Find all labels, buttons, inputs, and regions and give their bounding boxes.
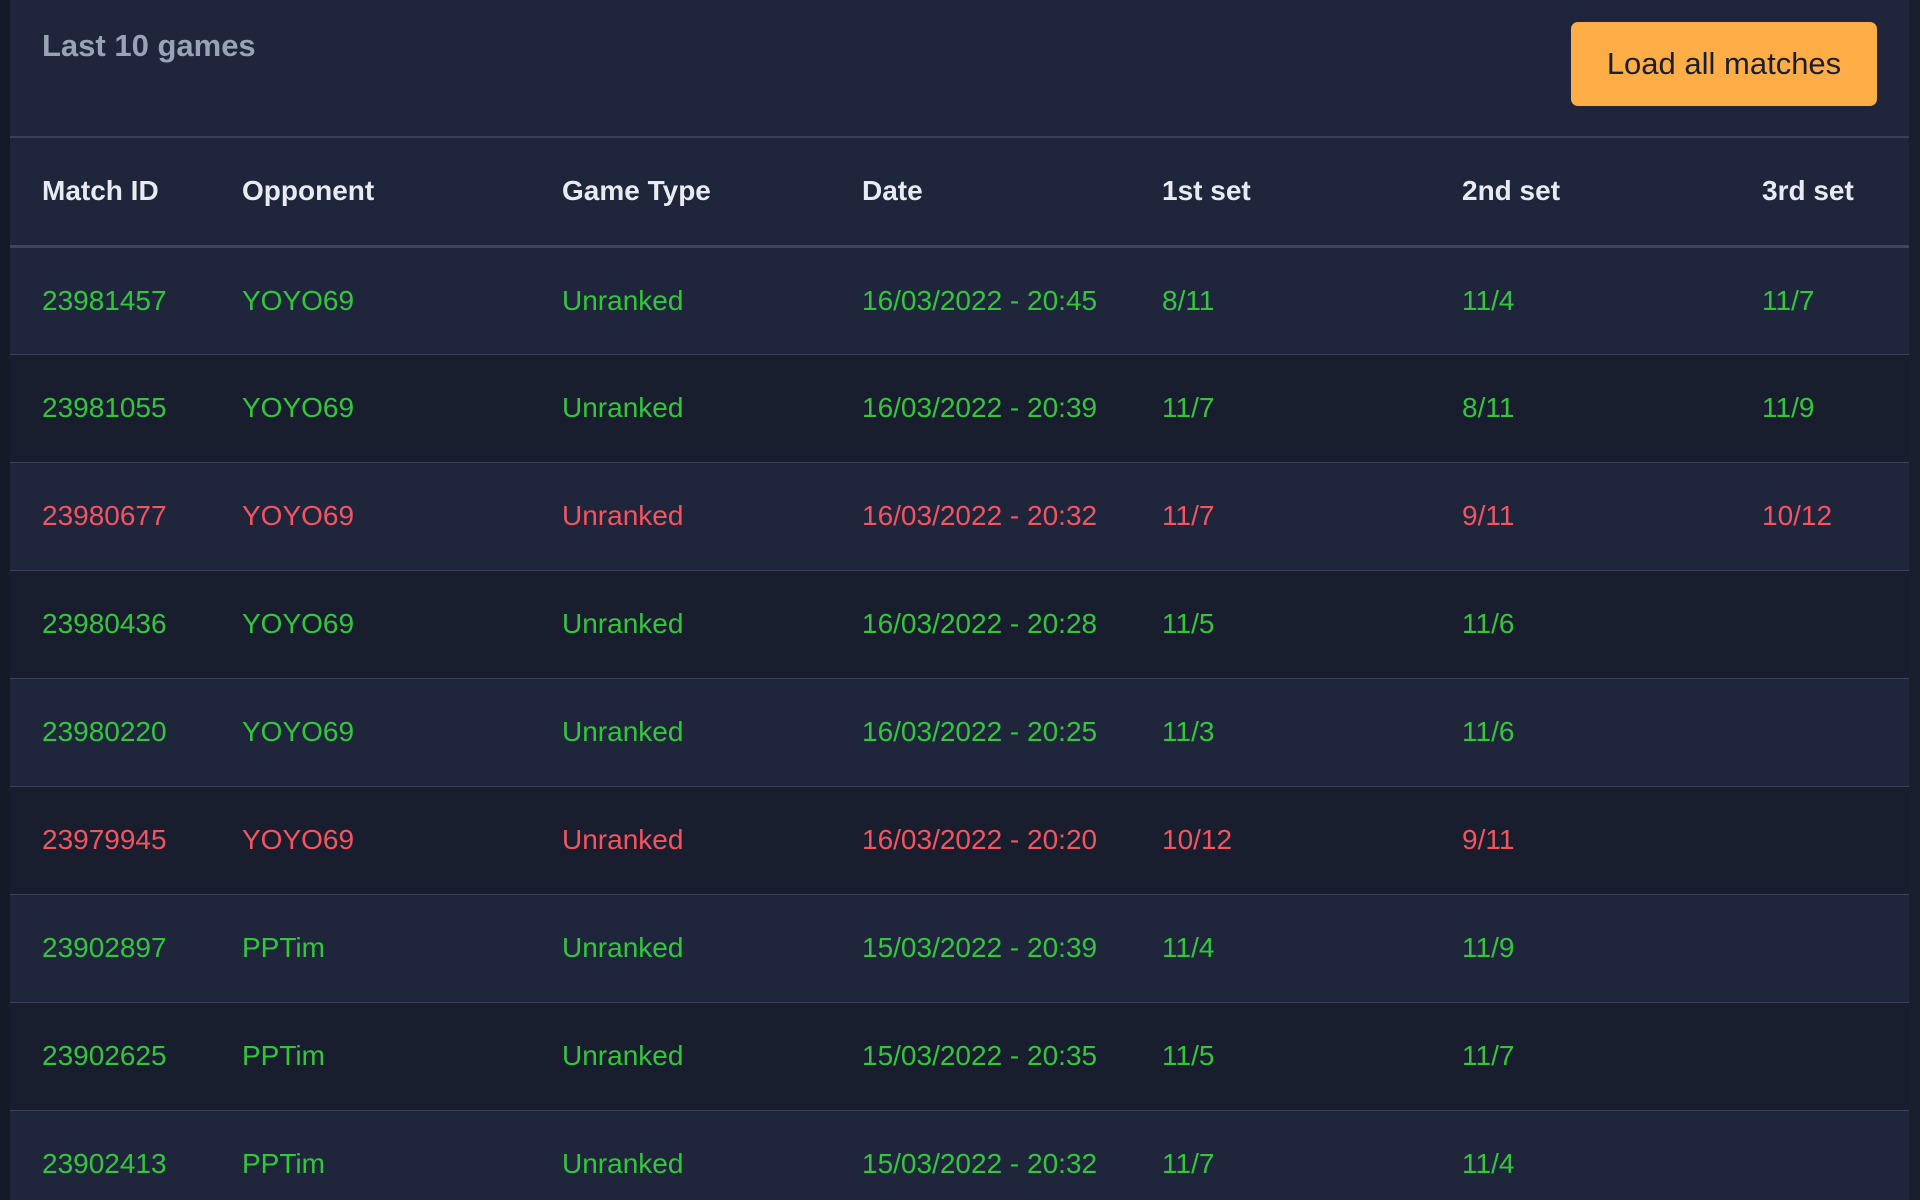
set-2-cell: 11/4 [1462, 1148, 1515, 1179]
set-2-cell: 11/9 [1462, 932, 1515, 963]
game-type-cell: Unranked [562, 500, 684, 531]
set-1-cell: 11/5 [1162, 608, 1215, 639]
opponent-cell[interactable]: PPTim [210, 1110, 530, 1200]
panel-title: Last 10 games [42, 28, 256, 63]
match-id-cell[interactable]: 23979945 [10, 786, 210, 894]
match-id-cell[interactable]: 23981457 [10, 246, 210, 354]
game-type-cell: Unranked [562, 284, 684, 316]
match-id-cell[interactable]: 23980436 [10, 570, 210, 678]
set-3-cell [1730, 570, 1909, 678]
header-row: Match ID Opponent Game Type Date 1st set… [10, 138, 1909, 246]
opponent-cell[interactable]: YOYO69 [210, 786, 530, 894]
match-id-cell[interactable]: 23902413 [10, 1110, 210, 1200]
game-type-cell: Unranked [562, 608, 684, 639]
set-1-cell: 11/7 [1162, 392, 1215, 423]
table-row[interactable]: 23902625 PPTim Unranked 15/03/2022 - 20:… [10, 1002, 1909, 1110]
game-type-cell: Unranked [562, 392, 684, 423]
game-type-cell: Unranked [562, 716, 684, 747]
column-header-set-1[interactable]: 1st set [1130, 138, 1430, 246]
set-3-cell: 10/12 [1762, 500, 1833, 531]
date-cell: 16/03/2022 - 20:39 [862, 392, 1098, 423]
column-header-date[interactable]: Date [830, 138, 1130, 246]
opponent-cell[interactable]: PPTim [210, 1002, 530, 1110]
set-1-cell: 8/11 [1162, 284, 1215, 316]
column-header-set-3[interactable]: 3rd set [1730, 138, 1909, 246]
set-2-cell: 11/6 [1462, 716, 1515, 747]
set-2-cell: 9/11 [1462, 824, 1515, 855]
game-type-cell: Unranked [562, 824, 684, 855]
set-1-cell: 11/7 [1162, 1148, 1215, 1179]
set-1-cell: 11/3 [1162, 716, 1215, 747]
date-cell: 16/03/2022 - 20:32 [862, 500, 1098, 531]
match-id-cell[interactable]: 23981055 [10, 354, 210, 462]
load-all-matches-button[interactable]: Load all matches [1571, 22, 1877, 106]
table-header: Match ID Opponent Game Type Date 1st set… [10, 138, 1909, 246]
match-id-cell[interactable]: 23902625 [10, 1002, 210, 1110]
opponent-cell[interactable]: YOYO69 [210, 462, 530, 570]
matches-table: Match ID Opponent Game Type Date 1st set… [10, 138, 1909, 1200]
set-3-cell [1730, 894, 1909, 1002]
date-cell: 16/03/2022 - 20:45 [862, 284, 1098, 316]
match-id-cell[interactable]: 23902897 [10, 894, 210, 1002]
set-2-cell: 11/6 [1462, 608, 1515, 639]
game-type-cell: Unranked [562, 1040, 684, 1071]
set-2-cell: 11/4 [1462, 284, 1515, 316]
date-cell: 15/03/2022 - 20:39 [862, 932, 1098, 963]
opponent-cell[interactable]: PPTim [210, 894, 530, 1002]
match-id-cell[interactable]: 23980220 [10, 678, 210, 786]
opponent-cell[interactable]: YOYO69 [210, 354, 530, 462]
date-cell: 16/03/2022 - 20:28 [862, 608, 1098, 639]
set-2-cell: 11/7 [1462, 1040, 1515, 1071]
set-3-cell: 11/9 [1762, 392, 1815, 423]
set-2-cell: 8/11 [1462, 392, 1515, 423]
set-2-cell: 9/11 [1462, 500, 1515, 531]
opponent-cell[interactable]: YOYO69 [210, 678, 530, 786]
set-1-cell: 11/7 [1162, 500, 1215, 531]
table-row[interactable]: 23902413 PPTim Unranked 15/03/2022 - 20:… [10, 1110, 1909, 1200]
panel-header: Last 10 games Load all matches [10, 0, 1909, 138]
set-3-cell [1730, 678, 1909, 786]
date-cell: 15/03/2022 - 20:35 [862, 1040, 1098, 1071]
set-1-cell: 10/12 [1162, 824, 1233, 855]
column-header-match-id[interactable]: Match ID [10, 138, 210, 246]
left-edge-strip [0, 0, 10, 1200]
table-row[interactable]: 23981457 YOYO69 Unranked 16/03/2022 - 20… [10, 246, 1909, 354]
date-cell: 16/03/2022 - 20:25 [862, 716, 1098, 747]
column-header-game-type[interactable]: Game Type [530, 138, 830, 246]
set-3-cell [1730, 1002, 1909, 1110]
game-type-cell: Unranked [562, 932, 684, 963]
table-row[interactable]: 23980436 YOYO69 Unranked 16/03/2022 - 20… [10, 570, 1909, 678]
game-type-cell: Unranked [562, 1148, 684, 1179]
table-row[interactable]: 23902897 PPTim Unranked 15/03/2022 - 20:… [10, 894, 1909, 1002]
set-3-cell [1730, 1110, 1909, 1200]
match-history-panel: Last 10 games Load all matches Match ID … [10, 0, 1909, 1200]
table-row[interactable]: 23979945 YOYO69 Unranked 16/03/2022 - 20… [10, 786, 1909, 894]
opponent-cell[interactable]: YOYO69 [210, 246, 530, 354]
set-1-cell: 11/5 [1162, 1040, 1215, 1071]
column-header-opponent[interactable]: Opponent [210, 138, 530, 246]
set-1-cell: 11/4 [1162, 932, 1215, 963]
date-cell: 15/03/2022 - 20:32 [862, 1148, 1098, 1179]
set-3-cell [1730, 786, 1909, 894]
table-row[interactable]: 23980220 YOYO69 Unranked 16/03/2022 - 20… [10, 678, 1909, 786]
set-3-cell: 11/7 [1762, 284, 1815, 316]
match-id-cell[interactable]: 23980677 [10, 462, 210, 570]
table-row[interactable]: 23980677 YOYO69 Unranked 16/03/2022 - 20… [10, 462, 1909, 570]
date-cell: 16/03/2022 - 20:20 [862, 824, 1098, 855]
table-body: 23981457 YOYO69 Unranked 16/03/2022 - 20… [10, 246, 1909, 1200]
column-header-set-2[interactable]: 2nd set [1430, 138, 1730, 246]
table-row[interactable]: 23981055 YOYO69 Unranked 16/03/2022 - 20… [10, 354, 1909, 462]
opponent-cell[interactable]: YOYO69 [210, 570, 530, 678]
